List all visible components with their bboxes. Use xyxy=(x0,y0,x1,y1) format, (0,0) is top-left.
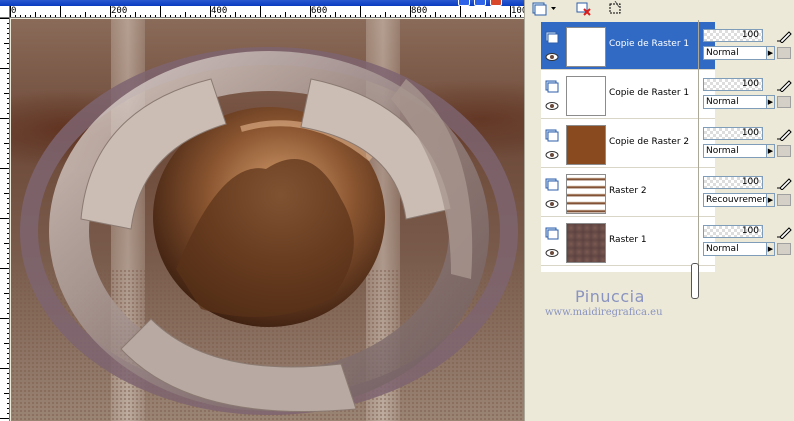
lock-icon[interactable] xyxy=(777,145,791,157)
blend-dropdown-arrow[interactable]: ▶ xyxy=(766,144,775,158)
layer-thumbnail xyxy=(566,223,606,263)
layer-row[interactable]: Copie de Raster 1 xyxy=(541,22,715,70)
edit-pen-icon[interactable] xyxy=(777,176,793,190)
layer-name: Raster 1 xyxy=(609,235,647,245)
blend-mode-select[interactable]: Normal xyxy=(703,46,773,60)
ruler-label: 200 xyxy=(111,6,128,16)
horizontal-ruler: 0 200 400 600 800 100 xyxy=(10,6,524,18)
edit-pen-icon[interactable] xyxy=(777,78,793,92)
lock-icon[interactable] xyxy=(777,47,791,59)
visibility-eye-icon[interactable] xyxy=(545,246,559,260)
layer-name: Copie de Raster 1 xyxy=(609,88,690,98)
edit-pen-icon[interactable] xyxy=(777,29,793,43)
layer-property-row: 100 Normal ▶ xyxy=(703,224,794,268)
mask-icon[interactable] xyxy=(607,1,624,16)
ruler-corner xyxy=(0,6,10,18)
layer-row[interactable]: Copie de Raster 2 xyxy=(541,120,715,168)
layers-palette: Copie de Raster 1 Copie de Raster 1 Copi… xyxy=(524,0,794,421)
palette-scroll-handle[interactable] xyxy=(691,263,699,299)
blend-mode-select[interactable]: Normal xyxy=(703,95,773,109)
opacity-field[interactable]: 100 xyxy=(703,176,763,189)
vertical-ruler xyxy=(0,18,10,421)
layer-type-icon xyxy=(545,129,559,142)
app-window: { "ruler": {"h_labels": ["0","200","400"… xyxy=(0,0,794,421)
visibility-eye-icon[interactable] xyxy=(545,50,559,64)
layer-thumbnail xyxy=(566,76,606,116)
blend-dropdown-arrow[interactable]: ▶ xyxy=(766,95,775,109)
ruler-label: 600 xyxy=(311,6,328,16)
layer-type-icon xyxy=(545,227,559,240)
blend-mode-select[interactable]: Recouvrement xyxy=(703,193,773,207)
artwork xyxy=(20,47,518,415)
layer-row[interactable]: Raster 1 xyxy=(541,218,715,266)
lock-icon[interactable] xyxy=(777,96,791,108)
watermark-url: www.maidiregrafica.eu xyxy=(545,307,663,318)
ruler-label: 800 xyxy=(411,6,428,16)
visibility-eye-icon[interactable] xyxy=(545,99,559,113)
layer-name: Copie de Raster 1 xyxy=(609,39,690,49)
opacity-field[interactable]: 100 xyxy=(703,225,763,238)
layer-name: Copie de Raster 2 xyxy=(609,137,690,147)
layer-type-icon xyxy=(545,31,559,44)
opacity-field[interactable]: 100 xyxy=(703,29,763,42)
palette-toolbar xyxy=(525,0,794,20)
layer-row[interactable]: Copie de Raster 1 xyxy=(541,71,715,119)
ruler-label: 100 xyxy=(511,6,524,16)
layer-type-icon xyxy=(545,80,559,93)
layer-thumbnail xyxy=(566,27,606,67)
ruler-label: 400 xyxy=(211,6,228,16)
blend-dropdown-arrow[interactable]: ▶ xyxy=(766,242,775,256)
edit-pen-icon[interactable] xyxy=(777,127,793,141)
edit-pen-icon[interactable] xyxy=(777,225,793,239)
lock-icon[interactable] xyxy=(777,194,791,206)
visibility-eye-icon[interactable] xyxy=(545,197,559,211)
blend-mode-select[interactable]: Normal xyxy=(703,144,773,158)
delete-layer-icon[interactable] xyxy=(575,1,592,16)
ruler-label: 0 xyxy=(11,6,17,16)
blend-dropdown-arrow[interactable]: ▶ xyxy=(766,46,775,60)
dropdown-arrow-icon[interactable] xyxy=(550,1,557,16)
visibility-eye-icon[interactable] xyxy=(545,148,559,162)
layer-properties: 100 Normal ▶ 100 Normal ▶ 100 Normal ▶ 1… xyxy=(698,20,794,280)
blend-mode-select[interactable]: Normal xyxy=(703,242,773,256)
layer-thumbnail xyxy=(566,125,606,165)
lock-icon[interactable] xyxy=(777,243,791,255)
opacity-field[interactable]: 100 xyxy=(703,78,763,91)
blend-dropdown-arrow[interactable]: ▶ xyxy=(766,193,775,207)
layer-property-row: 100 Normal ▶ xyxy=(703,126,794,170)
layer-row[interactable]: Raster 2 xyxy=(541,169,715,217)
layer-name: Raster 2 xyxy=(609,186,647,196)
layer-thumbnail xyxy=(566,174,606,214)
new-layer-icon[interactable] xyxy=(531,1,548,16)
layer-property-row: 100 Normal ▶ xyxy=(703,77,794,121)
layer-property-row: 100 Normal ▶ xyxy=(703,28,794,72)
layer-type-icon xyxy=(545,178,559,191)
layer-property-row: 100 Recouvrement ▶ xyxy=(703,175,794,219)
layers-list: Copie de Raster 1 Copie de Raster 1 Copi… xyxy=(541,22,715,272)
watermark-title: Pinuccia xyxy=(575,287,645,306)
opacity-field[interactable]: 100 xyxy=(703,127,763,140)
image-canvas[interactable] xyxy=(11,19,524,421)
